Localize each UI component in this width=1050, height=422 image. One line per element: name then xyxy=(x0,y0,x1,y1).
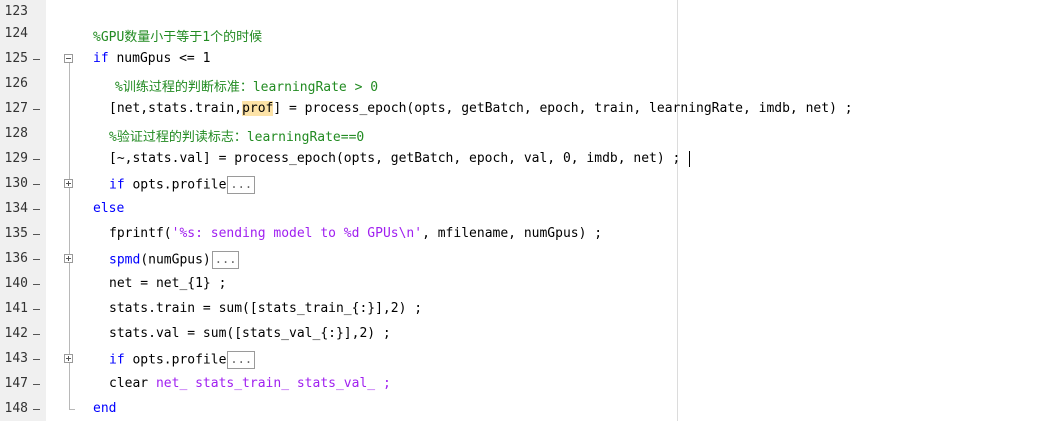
line-number: 125 xyxy=(4,51,28,66)
breakpoint-marker[interactable] xyxy=(33,59,40,60)
folded-code-ellipsis[interactable]: ... xyxy=(227,351,256,369)
code-text: if opts.profile... xyxy=(109,351,256,369)
folded-code-ellipsis[interactable]: ... xyxy=(211,251,240,269)
line-number: 136 xyxy=(4,251,28,266)
code-segment: [net,stats.train, xyxy=(109,101,243,116)
code-segment: fprintf( xyxy=(109,226,172,241)
keyword: if xyxy=(109,352,125,368)
keyword: else xyxy=(93,201,125,216)
code-comment: %GPU数量小于等于1个的时候 xyxy=(93,30,263,45)
keyword: if xyxy=(109,177,125,193)
line-number: 127 xyxy=(4,101,28,116)
line-number: 124 xyxy=(4,26,28,41)
code-line[interactable]: 129 [~,stats.val] = process_epoch(opts, … xyxy=(0,147,1050,172)
line-number: 135 xyxy=(4,226,28,241)
code-line[interactable]: 134 else xyxy=(0,197,1050,222)
line-number: 143 xyxy=(4,351,28,366)
line-number: 129 xyxy=(4,151,28,166)
breakpoint-marker[interactable] xyxy=(33,234,40,235)
line-number: 126 xyxy=(4,76,28,91)
code-text: stats.train = sum([stats_train_{:}],2) ; xyxy=(109,301,423,316)
breakpoint-marker[interactable] xyxy=(33,184,40,185)
code-line[interactable]: 130 if opts.profile... xyxy=(0,172,1050,197)
folded-code-ellipsis[interactable]: ... xyxy=(227,176,256,194)
fold-end-marker xyxy=(69,409,75,410)
breakpoint-marker[interactable] xyxy=(33,309,40,310)
code-line[interactable]: 136 spmd(numGpus)... xyxy=(0,247,1050,272)
code-text: net = net_{1} ; xyxy=(109,276,227,291)
code-line[interactable]: 148 end xyxy=(0,397,1050,422)
code-text: if numGpus <= 1 xyxy=(93,51,210,66)
breakpoint-marker[interactable] xyxy=(33,384,40,385)
code-text: clear net_ stats_train_ stats_val_ ; xyxy=(109,376,391,391)
code-segment: numGpus <= 1 xyxy=(108,51,211,66)
code-line[interactable]: 128 %验证过程的判读标志：learningRate==0 xyxy=(0,122,1050,147)
breakpoint-marker[interactable] xyxy=(33,359,40,360)
code-segment: opts.profile xyxy=(124,177,227,193)
command-argument: net_ stats_train_ stats_val_ ; xyxy=(155,376,391,391)
code-line[interactable]: 143 if opts.profile... xyxy=(0,347,1050,372)
line-number: 148 xyxy=(4,401,28,416)
code-text: else xyxy=(93,201,124,216)
code-line[interactable]: 147 clear net_ stats_train_ stats_val_ ; xyxy=(0,372,1050,397)
code-text: if opts.profile... xyxy=(109,176,256,194)
breakpoint-marker[interactable] xyxy=(33,284,40,285)
fold-expand-icon[interactable] xyxy=(64,179,73,188)
code-line[interactable]: 125 if numGpus <= 1 xyxy=(0,47,1050,72)
code-line[interactable]: 124 %GPU数量小于等于1个的时候 xyxy=(0,22,1050,47)
line-number: 134 xyxy=(4,201,28,216)
breakpoint-marker[interactable] xyxy=(33,109,40,110)
breakpoint-marker[interactable] xyxy=(33,409,40,410)
fold-expand-icon[interactable] xyxy=(64,254,73,263)
code-text: fprintf('%s: sending model to %d GPUs\n'… xyxy=(109,226,602,241)
code-line[interactable]: 127 [net,stats.train,prof] = process_epo… xyxy=(0,97,1050,122)
line-number: 128 xyxy=(4,126,28,141)
fold-collapse-icon[interactable] xyxy=(64,54,73,63)
line-number: 130 xyxy=(4,176,28,191)
keyword: spmd xyxy=(109,252,141,268)
line-number: 142 xyxy=(4,326,28,341)
code-line[interactable]: 142 stats.val = sum([stats_val_{:}],2) ; xyxy=(0,322,1050,347)
line-number: 140 xyxy=(4,276,28,291)
line-number: 123 xyxy=(4,4,28,19)
code-segment: ] = process_epoch(opts, getBatch, epoch,… xyxy=(273,101,853,116)
code-text: stats.val = sum([stats_val_{:}],2) ; xyxy=(109,326,391,341)
keyword: end xyxy=(93,401,117,416)
code-line[interactable]: 140 net = net_{1} ; xyxy=(0,272,1050,297)
code-text: end xyxy=(93,401,116,416)
code-text: [net,stats.train,prof] = process_epoch(o… xyxy=(109,101,853,116)
code-segment: , mfilename, numGpus) ; xyxy=(422,226,603,241)
line-number: 141 xyxy=(4,301,28,316)
breakpoint-marker[interactable] xyxy=(33,334,40,335)
code-comment: %训练过程的判断标准：learningRate > 0 xyxy=(115,80,379,95)
code-segment: clear xyxy=(109,376,156,391)
highlighted-variable: prof xyxy=(242,101,274,116)
breakpoint-marker[interactable] xyxy=(33,209,40,210)
code-line[interactable]: 126 %训练过程的判断标准：learningRate > 0 xyxy=(0,72,1050,97)
code-line[interactable]: 141 stats.train = sum([stats_train_{:}],… xyxy=(0,297,1050,322)
code-line[interactable]: 135 fprintf('%s: sending model to %d GPU… xyxy=(0,222,1050,247)
keyword: if xyxy=(93,51,109,66)
code-text: [~,stats.val] = process_epoch(opts, getB… xyxy=(109,151,681,166)
code-comment: %验证过程的判读标志：learningRate==0 xyxy=(109,130,365,145)
breakpoint-marker[interactable] xyxy=(33,159,40,160)
string-literal: '%s: sending model to %d GPUs\n' xyxy=(171,226,423,241)
line-number: 147 xyxy=(4,376,28,391)
fold-expand-icon[interactable] xyxy=(64,354,73,363)
code-segment: (numGpus) xyxy=(140,252,211,268)
breakpoint-marker[interactable] xyxy=(33,259,40,260)
code-segment: opts.profile xyxy=(124,352,227,368)
code-text: spmd(numGpus)... xyxy=(109,251,240,269)
text-cursor xyxy=(689,151,690,167)
